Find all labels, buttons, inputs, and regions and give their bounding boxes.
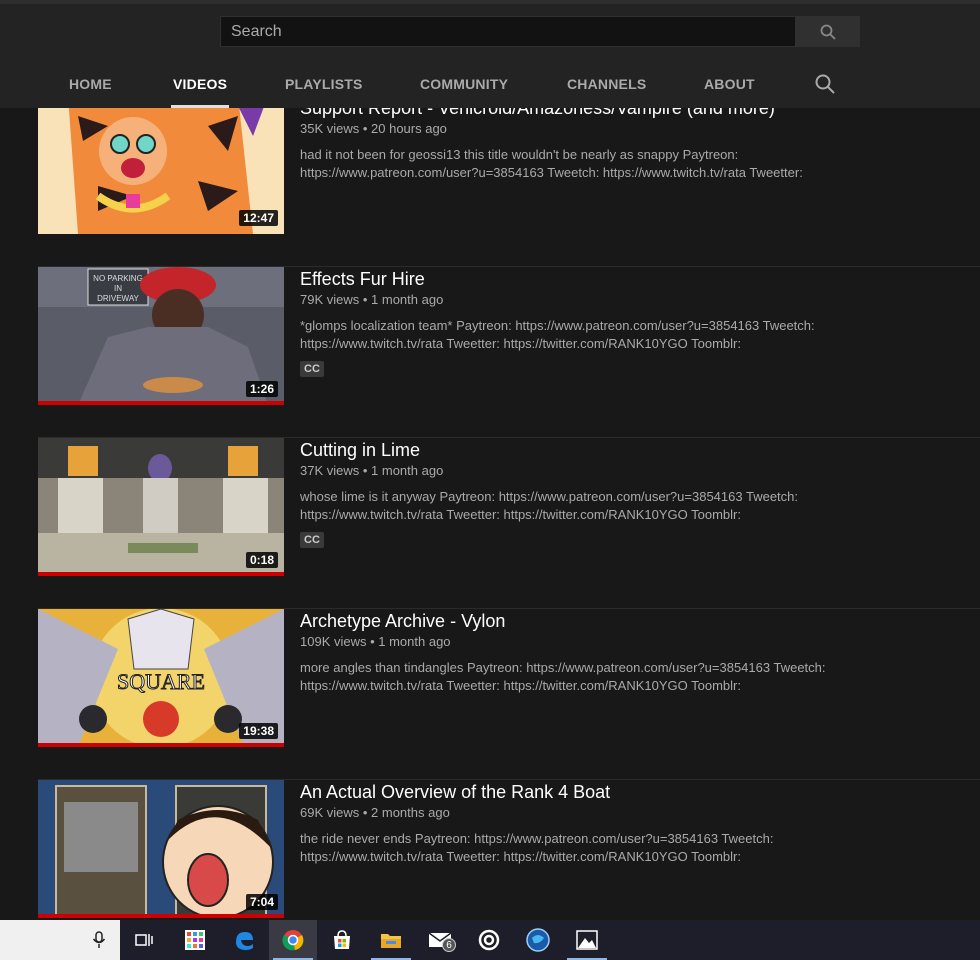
video-list: 12:47 Support Report - Venicroid/Amazone… — [0, 108, 980, 920]
app-grid-icon — [185, 930, 205, 950]
store-icon — [334, 930, 350, 949]
video-thumbnail[interactable]: 12:47 — [38, 108, 284, 234]
video-title[interactable]: Effects Fur Hire — [300, 269, 425, 290]
video-duration: 12:47 — [239, 210, 278, 226]
tab-about[interactable]: ABOUT — [704, 60, 755, 108]
list-item[interactable]: 0:18 Cutting in Lime 37K views • 1 month… — [0, 438, 980, 609]
chrome-icon — [282, 930, 304, 951]
search-button[interactable] — [796, 16, 860, 47]
video-meta: 79K views • 1 month ago — [300, 292, 444, 307]
video-thumbnail[interactable]: SQUARE 19:38 — [38, 609, 284, 747]
tab-community[interactable]: COMMUNITY — [420, 60, 508, 108]
taskbar-edge[interactable] — [220, 920, 268, 960]
masthead: Search — [0, 0, 980, 60]
video-duration: 1:26 — [245, 381, 278, 397]
svg-text:IN: IN — [114, 284, 122, 293]
video-meta: 69K views • 2 months ago — [300, 805, 450, 820]
thumbnail-overlay-text: SQUARE — [117, 669, 205, 694]
task-view-button[interactable] — [120, 920, 168, 960]
watch-progress-bar — [38, 572, 284, 576]
video-title[interactable]: Support Report - Venicroid/Amazoness/Vam… — [300, 108, 775, 119]
parking-sign-text: NO PARKING — [93, 274, 143, 283]
taskbar-search-box[interactable] — [0, 920, 120, 960]
task-view-icon — [135, 934, 153, 946]
taskbar: 6 — [0, 920, 980, 960]
video-description: *glomps localization team* Paytreon: htt… — [300, 318, 815, 351]
video-duration: 0:18 — [245, 552, 278, 568]
photos-icon — [576, 930, 598, 950]
edge-icon — [236, 932, 253, 950]
video-description: whose lime is it anyway Paytreon: https:… — [300, 489, 798, 522]
cc-badge: CC — [300, 532, 324, 548]
video-thumbnail[interactable]: NO PARKING IN DRIVEWAY 1:26 — [38, 267, 284, 405]
video-title[interactable]: Cutting in Lime — [300, 440, 420, 461]
channel-search-icon[interactable] — [813, 72, 837, 96]
watch-progress-bar — [38, 401, 284, 405]
svg-text:DRIVEWAY: DRIVEWAY — [97, 294, 139, 303]
file-explorer-icon — [381, 934, 401, 948]
video-description: had it not been for geossi13 this title … — [300, 147, 803, 180]
search-input[interactable]: Search — [220, 16, 796, 47]
taskbar-file-explorer[interactable] — [367, 920, 415, 960]
tab-videos[interactable]: VIDEOS — [170, 60, 230, 108]
video-thumbnail[interactable]: 7:04 — [38, 780, 284, 918]
tab-channels[interactable]: CHANNELS — [567, 60, 646, 108]
taskbar-chrome[interactable] — [269, 920, 317, 960]
video-duration: 19:38 — [239, 723, 278, 739]
taskbar-photos[interactable] — [563, 920, 611, 960]
target-app-icon — [478, 929, 500, 951]
tab-playlists[interactable]: PLAYLISTS — [285, 60, 363, 108]
mail-count-badge: 6 — [442, 938, 456, 952]
cc-badge: CC — [300, 361, 324, 377]
taskbar-app-grid[interactable] — [171, 920, 219, 960]
video-title[interactable]: An Actual Overview of the Rank 4 Boat — [300, 782, 610, 803]
video-meta: 109K views • 1 month ago — [300, 634, 451, 649]
video-meta: 37K views • 1 month ago — [300, 463, 444, 478]
microphone-icon[interactable] — [92, 931, 106, 949]
video-description: more angles than tindangles Paytreon: ht… — [300, 660, 826, 693]
watch-progress-bar — [38, 743, 284, 747]
search-icon — [820, 24, 836, 40]
video-description: the ride never ends Paytreon: https://ww… — [300, 831, 774, 864]
tab-home[interactable]: HOME — [69, 60, 112, 108]
taskbar-store[interactable] — [318, 920, 366, 960]
globe-app-icon — [526, 928, 550, 952]
video-duration: 7:04 — [245, 894, 278, 910]
video-title[interactable]: Archetype Archive - Vylon — [300, 611, 505, 632]
channel-tabs: HOME VIDEOS PLAYLISTS COMMUNITY CHANNELS… — [0, 60, 980, 108]
list-item[interactable]: 7:04 An Actual Overview of the Rank 4 Bo… — [0, 780, 980, 920]
video-thumbnail[interactable]: 0:18 — [38, 438, 284, 576]
taskbar-target-app[interactable] — [465, 920, 513, 960]
list-item[interactable]: SQUARE 19:38 Archetype Archive - Vylon 1… — [0, 609, 980, 780]
watch-progress-bar — [38, 914, 284, 918]
video-meta: 35K views • 20 hours ago — [300, 121, 447, 136]
list-item[interactable]: 12:47 Support Report - Venicroid/Amazone… — [0, 108, 980, 267]
taskbar-mail[interactable]: 6 — [416, 920, 464, 960]
list-item[interactable]: NO PARKING IN DRIVEWAY 1:26 Effects Fur … — [0, 267, 980, 438]
taskbar-globe-app[interactable] — [514, 920, 562, 960]
